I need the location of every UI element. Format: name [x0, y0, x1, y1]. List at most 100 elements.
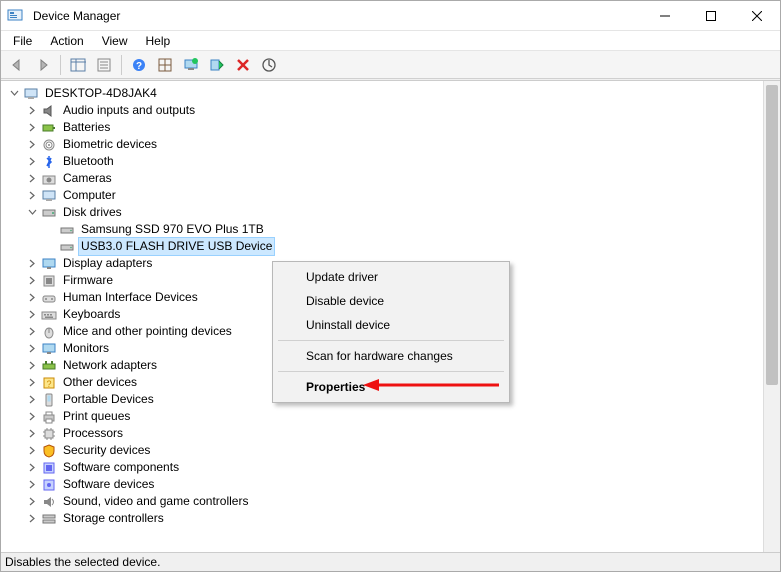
tree-category[interactable]: Batteries — [3, 119, 780, 136]
chevron-right-icon[interactable] — [25, 342, 39, 356]
chevron-right-icon[interactable] — [25, 155, 39, 169]
tree-category-label: Sound, video and game controllers — [61, 493, 250, 510]
category-icon — [41, 137, 57, 153]
chevron-right-icon[interactable] — [25, 121, 39, 135]
chevron-right-icon[interactable] — [25, 308, 39, 322]
tree-category[interactable]: Cameras — [3, 170, 780, 187]
chevron-right-icon[interactable] — [25, 444, 39, 458]
context-menu-item[interactable]: Update driver — [276, 265, 506, 289]
chevron-right-icon[interactable] — [25, 393, 39, 407]
chevron-right-icon[interactable] — [25, 495, 39, 509]
tree-category[interactable]: Biometric devices — [3, 136, 780, 153]
tree-category-label: Disk drives — [61, 204, 124, 221]
chevron-right-icon[interactable] — [25, 325, 39, 339]
tree-device[interactable]: Samsung SSD 970 EVO Plus 1TB — [3, 221, 780, 238]
maximize-button[interactable] — [688, 1, 734, 30]
uninstall-button[interactable] — [231, 53, 255, 77]
minimize-button[interactable] — [642, 1, 688, 30]
tree-category[interactable]: Processors — [3, 425, 780, 442]
category-icon — [41, 273, 57, 289]
tree-category-label: Mice and other pointing devices — [61, 323, 234, 340]
chevron-right-icon[interactable] — [25, 359, 39, 373]
tree-category[interactable]: Sound, video and game controllers — [3, 493, 780, 510]
scan-hardware-button[interactable] — [257, 53, 281, 77]
category-icon — [41, 409, 57, 425]
enable-device-button[interactable] — [205, 53, 229, 77]
vertical-scrollbar[interactable] — [763, 81, 780, 552]
category-icon — [41, 494, 57, 510]
grid-button[interactable] — [153, 53, 177, 77]
category-icon — [41, 460, 57, 476]
toolbar-separator — [60, 55, 61, 75]
chevron-right-icon[interactable] — [25, 376, 39, 390]
context-menu-separator — [278, 340, 504, 341]
update-driver-button[interactable] — [179, 53, 203, 77]
disk-icon — [59, 239, 75, 255]
chevron-right-icon[interactable] — [25, 104, 39, 118]
menu-view[interactable]: View — [94, 32, 136, 50]
chevron-right-icon[interactable] — [25, 274, 39, 288]
tree-category-label: Human Interface Devices — [61, 289, 200, 306]
category-icon — [41, 443, 57, 459]
tree-category-label: Other devices — [61, 374, 139, 391]
close-button[interactable] — [734, 1, 780, 30]
tree-category[interactable]: Security devices — [3, 442, 780, 459]
category-icon — [41, 290, 57, 306]
tree-category[interactable]: Software devices — [3, 476, 780, 493]
tree-category-label: Print queues — [61, 408, 132, 425]
tree-root-label: DESKTOP-4D8JAK4 — [43, 85, 159, 102]
tree-category[interactable]: Bluetooth — [3, 153, 780, 170]
help-button[interactable]: ? — [127, 53, 151, 77]
chevron-right-icon[interactable] — [25, 410, 39, 424]
chevron-right-icon[interactable] — [25, 189, 39, 203]
chevron-down-icon[interactable] — [7, 87, 21, 101]
titlebar: Device Manager — [1, 1, 780, 31]
chevron-right-icon[interactable] — [25, 478, 39, 492]
chevron-right-icon[interactable] — [25, 257, 39, 271]
show-hide-tree-button[interactable] — [66, 53, 90, 77]
forward-button[interactable] — [31, 53, 55, 77]
tree-category[interactable]: Audio inputs and outputs — [3, 102, 780, 119]
disk-icon — [59, 222, 75, 238]
chevron-right-icon[interactable] — [25, 512, 39, 526]
chevron-right-icon[interactable] — [25, 461, 39, 475]
properties-button[interactable] — [92, 53, 116, 77]
chevron-down-icon[interactable] — [25, 206, 39, 220]
category-icon — [41, 511, 57, 527]
computer-icon — [23, 86, 39, 102]
context-menu-item[interactable]: Uninstall device — [276, 313, 506, 337]
tree-category-label: Processors — [61, 425, 125, 442]
context-menu-item[interactable]: Disable device — [276, 289, 506, 313]
menu-file[interactable]: File — [5, 32, 40, 50]
tree-category[interactable]: Storage controllers — [3, 510, 780, 527]
tree-category-label: Keyboards — [61, 306, 122, 323]
category-icon — [41, 477, 57, 493]
tree-root[interactable]: DESKTOP-4D8JAK4 — [3, 85, 780, 102]
tree-device[interactable]: USB3.0 FLASH DRIVE USB Device — [3, 238, 780, 255]
context-menu-item[interactable]: Scan for hardware changes — [276, 344, 506, 368]
context-menu: Update driverDisable deviceUninstall dev… — [272, 261, 510, 403]
category-icon — [41, 154, 57, 170]
menu-action[interactable]: Action — [42, 32, 91, 50]
category-icon — [41, 103, 57, 119]
category-icon — [41, 426, 57, 442]
back-button[interactable] — [5, 53, 29, 77]
category-icon — [41, 341, 57, 357]
tree-category-label: Monitors — [61, 340, 111, 357]
context-menu-item[interactable]: Properties — [276, 375, 506, 399]
tree-category[interactable]: Print queues — [3, 408, 780, 425]
chevron-right-icon[interactable] — [25, 427, 39, 441]
menu-help[interactable]: Help — [138, 32, 179, 50]
category-icon — [41, 358, 57, 374]
chevron-right-icon[interactable] — [25, 138, 39, 152]
chevron-right-icon[interactable] — [25, 172, 39, 186]
tree-category[interactable]: Computer — [3, 187, 780, 204]
scrollbar-thumb[interactable] — [766, 85, 778, 385]
tree-category[interactable]: Disk drives — [3, 204, 780, 221]
tree-category-label: Firmware — [61, 272, 115, 289]
category-icon — [41, 171, 57, 187]
chevron-right-icon[interactable] — [25, 291, 39, 305]
tree-category[interactable]: Software components — [3, 459, 780, 476]
category-icon — [41, 392, 57, 408]
tree-category-label: Software devices — [61, 476, 156, 493]
